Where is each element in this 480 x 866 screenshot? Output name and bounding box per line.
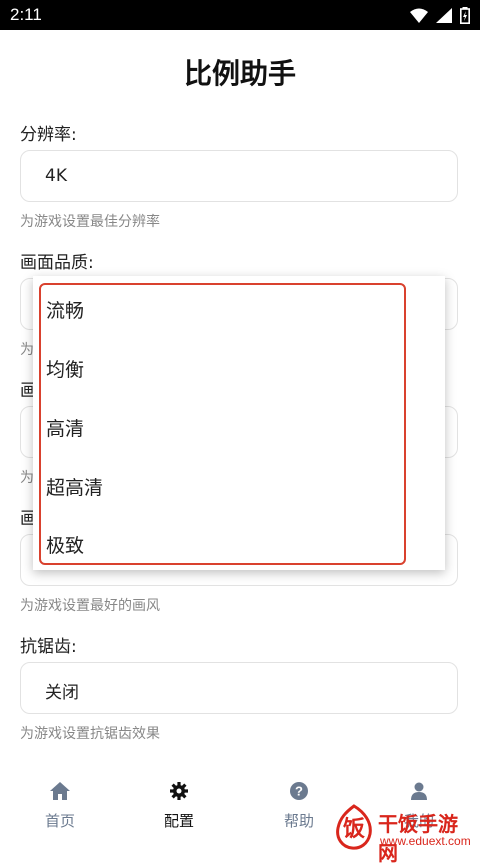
- watermark-url: www.eduext.com: [380, 834, 471, 848]
- resolution-select[interactable]: 4K: [20, 150, 458, 202]
- field-hint-3: 为: [20, 470, 34, 486]
- status-bar: 2:11: [0, 0, 480, 30]
- wifi-icon: [410, 8, 428, 23]
- watermark: 饭 干饭手游网 www.eduext.com: [334, 804, 474, 865]
- status-icons: [410, 7, 470, 24]
- nav-home[interactable]: 首页: [20, 782, 100, 831]
- nav-home-label: 首页: [44, 812, 75, 830]
- antialias-value: 关闭: [45, 683, 79, 703]
- home-icon: [20, 782, 100, 804]
- user-icon: [379, 782, 459, 804]
- resolution-hint: 为游戏设置最佳分辨率: [20, 214, 160, 230]
- resolution-label: 分辨率:: [20, 125, 77, 145]
- gear-icon: [139, 782, 219, 804]
- quality-label: 画面品质:: [20, 253, 94, 273]
- page-title: 比例助手: [183, 57, 296, 90]
- watermark-logo-icon: 饭: [336, 804, 372, 850]
- quality-hint: 为: [20, 342, 34, 358]
- nav-help[interactable]: ? 帮助: [259, 782, 339, 831]
- antialias-label: 抗锯齿:: [20, 637, 77, 657]
- signal-icon: [436, 8, 452, 23]
- status-time: 2:11: [10, 5, 42, 24]
- help-icon: ?: [259, 782, 339, 804]
- nav-config[interactable]: 配置: [139, 782, 219, 831]
- watermark-logo-char: 饭: [343, 816, 365, 842]
- svg-text:?: ?: [295, 784, 303, 799]
- style-hint: 为游戏设置最好的画风: [20, 598, 160, 614]
- nav-config-label: 配置: [163, 812, 194, 830]
- battery-icon: [460, 7, 470, 24]
- antialias-hint: 为游戏设置抗锯齿效果: [20, 726, 160, 742]
- highlight-annotation: [39, 283, 406, 565]
- nav-help-label: 帮助: [283, 812, 314, 830]
- antialias-select[interactable]: 关闭: [20, 662, 458, 714]
- resolution-value: 4K: [45, 166, 67, 186]
